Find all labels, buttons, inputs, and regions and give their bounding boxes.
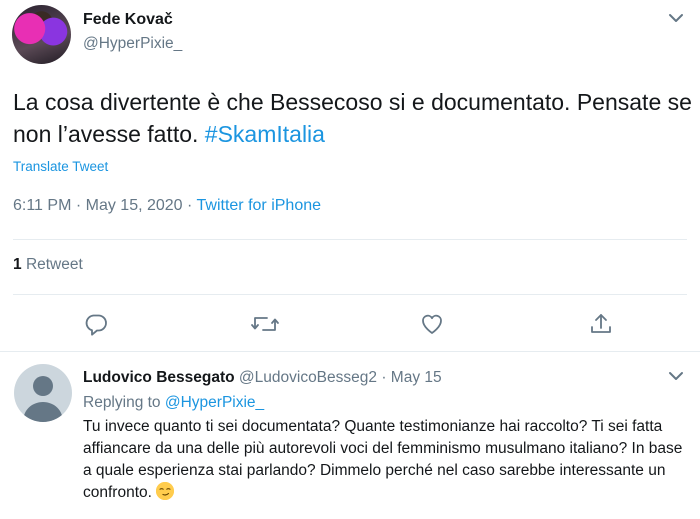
avatar[interactable] (12, 5, 71, 64)
default-avatar-icon (23, 376, 63, 422)
author-handle[interactable]: @HyperPixie_ (83, 35, 182, 53)
divider (13, 239, 687, 240)
reply-author-handle[interactable]: @LudovicoBesseg2 (239, 369, 377, 386)
like-icon (422, 314, 442, 334)
tweet-meta: 6:11 PM · May 15, 2020 · Twitter for iPh… (13, 197, 322, 214)
like-button[interactable] (419, 311, 445, 337)
tweet-text: La cosa divertente è che Bessecoso si e … (13, 86, 693, 150)
main-tweet: Fede Kovač @HyperPixie_ La cosa diverten… (0, 0, 700, 352)
retweet-icon (251, 317, 279, 331)
reply-date[interactable]: May 15 (391, 369, 442, 386)
reply-icon (85, 314, 107, 336)
reply-text: Tu invece quanto ti sei documentata? Qua… (83, 416, 688, 504)
replying-to: Replying to @HyperPixie_ (83, 394, 264, 412)
retweet-stats-label: Retweet (25, 256, 83, 273)
smirking-face-emoji (156, 482, 175, 500)
share-button[interactable] (588, 311, 614, 337)
divider (13, 294, 687, 295)
reply-header: Ludovico Bessegato @LudovicoBesseg2 · Ma… (83, 369, 442, 386)
author-name[interactable]: Fede Kovač (83, 11, 173, 29)
hashtag-link[interactable]: #SkamItalia (205, 121, 325, 147)
tweet-date[interactable]: May 15, 2020 (86, 197, 183, 214)
replying-prefix: Replying to (83, 394, 161, 411)
reply-tweet[interactable]: Ludovico Bessegato @LudovicoBesseg2 · Ma… (0, 352, 700, 519)
mention-link[interactable]: @HyperPixie_ (165, 394, 264, 411)
tweet-body: La cosa divertente è che Bessecoso si e … (13, 89, 692, 147)
tweet-time[interactable]: 6:11 PM (13, 197, 71, 214)
tweet-source[interactable]: Twitter for iPhone (197, 197, 322, 214)
retweet-stats[interactable]: 1 Retweet (13, 256, 83, 274)
retweet-count: 1 (13, 256, 22, 273)
retweet-button[interactable] (250, 311, 279, 337)
caret-down-icon[interactable] (666, 11, 686, 25)
reply-author-name[interactable]: Ludovico Bessegato (83, 369, 235, 386)
avatar[interactable] (14, 364, 72, 422)
translate-tweet-link[interactable]: Translate Tweet (13, 159, 108, 174)
share-icon (591, 314, 611, 333)
caret-down-icon[interactable] (666, 369, 686, 383)
reply-button[interactable] (83, 311, 109, 337)
